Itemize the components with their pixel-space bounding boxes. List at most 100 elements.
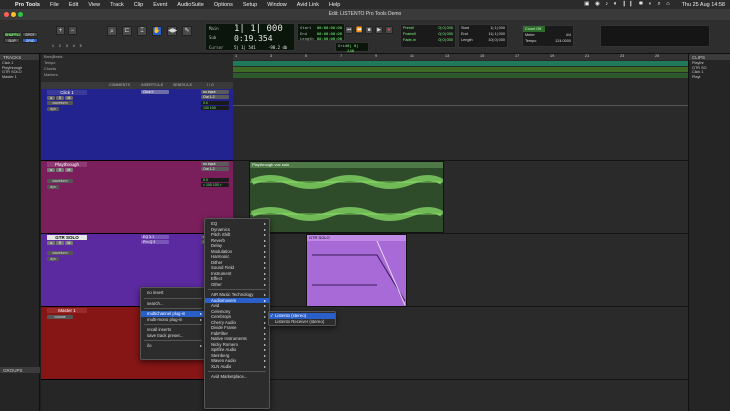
insert-slot[interactable]: Click II: [141, 90, 169, 94]
comments-column-header[interactable]: COMMENTS: [109, 83, 130, 87]
io-input-selector[interactable]: no input: [201, 90, 229, 94]
record-arm-button[interactable]: ●: [47, 168, 55, 172]
menu-setup[interactable]: Setup: [238, 2, 262, 8]
grid-mode-button[interactable]: GRID: [22, 38, 38, 43]
menu-avid-link[interactable]: Avid Link: [292, 2, 324, 8]
slip-mode-button[interactable]: SLIP: [4, 38, 20, 43]
lane-gtr-solo[interactable]: GTR SOLO: [233, 234, 688, 307]
menu-edit[interactable]: Edit: [64, 2, 83, 8]
zoomer-tool-icon[interactable]: ⌕: [107, 26, 117, 36]
volume-value[interactable]: 0.0: [201, 101, 229, 105]
pencil-tool-icon[interactable]: ✎: [182, 26, 192, 36]
tempo-meter-display[interactable]: Count Off Meter 4/4 Tempo 124.0000: [522, 25, 574, 47]
minimize-window-button[interactable]: [11, 12, 16, 17]
audio-clip[interactable]: GTR SOLO: [306, 234, 407, 307]
track-view-selector[interactable]: waveform: [47, 251, 73, 255]
play-icon[interactable]: ▶: [375, 26, 383, 34]
menu-event[interactable]: Event: [148, 2, 172, 8]
io-output-selector[interactable]: Out 1-2: [201, 95, 229, 99]
pre-post-roll-display[interactable]: Preroll 0| 0| 000 Postroll 0| 0| 000 Fade-…: [400, 24, 456, 48]
menu-view[interactable]: View: [83, 2, 105, 8]
scrubber-tool-icon[interactable]: ◀▶: [167, 26, 177, 36]
app-menu[interactable]: Pro Tools: [10, 2, 45, 8]
menu-track[interactable]: Track: [105, 2, 129, 8]
edit-timeline[interactable]: Playthrough vox solo GTR SOLO: [233, 84, 688, 411]
mute-button[interactable]: M: [65, 96, 73, 100]
stop-icon[interactable]: ■: [365, 26, 373, 34]
track-name[interactable]: GTR SOLO: [47, 235, 87, 240]
grid-value-display[interactable]: Grid0| 0| 240 Nudge0| 0| 000: [335, 42, 369, 63]
track-name[interactable]: Playthrough: [47, 162, 87, 167]
menu-item-listento-receiver[interactable]: Listento Receiver (stereo): [269, 319, 335, 325]
waveform: [312, 241, 406, 305]
menu-window[interactable]: Window: [262, 2, 292, 8]
menu-clip[interactable]: Clip: [129, 2, 148, 8]
zoom-presets[interactable]: 1 2 3 4 5: [52, 44, 86, 49]
solo-button[interactable]: S: [56, 168, 64, 172]
pan-value[interactable]: < 100 100 >: [201, 183, 229, 187]
menu-help[interactable]: Help: [324, 2, 345, 8]
zoom-window-button[interactable]: [18, 12, 23, 17]
menu-file[interactable]: File: [45, 2, 64, 8]
lane-click[interactable]: [233, 89, 688, 161]
mute-button[interactable]: M: [65, 168, 73, 172]
insert-slot[interactable]: EQ 3-1: [141, 235, 169, 239]
pan-value[interactable]: 100 100: [201, 106, 229, 110]
inserts-column-header[interactable]: INSERTS A-E: [141, 83, 163, 87]
mute-button[interactable]: M: [65, 241, 73, 245]
menu-item-xln-audio[interactable]: XLN Audio ▸: [205, 364, 269, 370]
track-header-click[interactable]: Click 1 ● S M waveform dyn Click II no i…: [41, 89, 233, 161]
track-dyn-button[interactable]: dyn: [47, 185, 59, 189]
record-icon[interactable]: ●: [385, 26, 393, 34]
solo-button[interactable]: S: [56, 96, 64, 100]
lane-playthrough[interactable]: Playthrough vox solo: [233, 161, 688, 234]
audio-clip[interactable]: Playthrough vox solo: [249, 161, 444, 233]
track-dyn-button[interactable]: dyn: [47, 257, 59, 261]
menu-separator: [144, 308, 202, 309]
transport-selection-display[interactable]: Start 1| 1| 000 End 11| 1| 000 Length 10| 0…: [458, 24, 508, 48]
track-name[interactable]: Master 1: [47, 308, 87, 313]
io-column-header[interactable]: I / O: [207, 83, 214, 87]
track-view-selector[interactable]: waveform: [47, 101, 73, 105]
sends-column-header[interactable]: SENDS A-E: [173, 83, 192, 87]
selector-tool-icon[interactable]: ⌶: [137, 26, 147, 36]
menu-item-save-track-preset[interactable]: save track preset...: [141, 333, 205, 339]
menu-item-other[interactable]: Other ▸: [205, 282, 269, 288]
zoom-out-icon[interactable]: −: [68, 26, 77, 35]
io-output-selector[interactable]: Out 1-2: [201, 167, 229, 171]
menu-audiosuite[interactable]: AudioSuite: [172, 2, 209, 8]
record-arm-button[interactable]: ●: [47, 241, 55, 245]
rewind-icon[interactable]: ⏪: [355, 26, 363, 34]
track-list-item[interactable]: Master 1: [2, 75, 37, 80]
shuffle-mode-button[interactable]: SHUFFLE: [4, 32, 21, 37]
solo-button[interactable]: S: [56, 241, 64, 245]
chords-ruler-lane[interactable]: [233, 67, 688, 72]
menu-item-avid-marketplace[interactable]: Avid Marketplace...: [205, 374, 269, 380]
io-input-selector[interactable]: no input: [201, 162, 229, 166]
track-name[interactable]: Click 1: [47, 90, 87, 95]
grabber-tool-icon[interactable]: ✋: [152, 26, 162, 36]
insert-slot[interactable]: Pro-Q 3: [141, 240, 169, 244]
zoom-in-icon[interactable]: +: [56, 26, 65, 35]
menu-item-search[interactable]: search...: [141, 301, 205, 307]
selection-start-end-display[interactable]: Start 00:00:00:00 End 00:00:00:00 Length 00…: [297, 23, 345, 41]
return-to-zero-icon[interactable]: ⏮: [345, 26, 353, 34]
track-dyn-button[interactable]: dyn: [47, 107, 59, 111]
trim-tool-icon[interactable]: ⊏: [122, 26, 132, 36]
record-arm-button[interactable]: ●: [47, 96, 55, 100]
menu-item-no-insert[interactable]: no insert: [141, 290, 205, 296]
menu-item-multimono[interactable]: multi-mono plug-in ▸: [141, 317, 205, 323]
main-counter-display[interactable]: Main 1| 1| 000 Sub 0:19.354 Cursor 5| 1|…: [205, 23, 295, 51]
track-view-selector[interactable]: waveform: [47, 179, 73, 183]
spot-mode-button[interactable]: SPOT: [22, 32, 38, 37]
markers-ruler-lane[interactable]: [233, 73, 688, 78]
groups-panel-header[interactable]: GROUPS: [0, 367, 40, 373]
tempo-ruler-lane[interactable]: [233, 61, 688, 66]
close-window-button[interactable]: [4, 12, 9, 17]
menu-options[interactable]: Options: [209, 2, 238, 8]
volume-value[interactable]: 0.0: [201, 178, 229, 182]
menu-item-io[interactable]: i/o ▸: [141, 343, 205, 349]
menu-item-label: Divide Frame: [211, 325, 237, 330]
track-view-selector[interactable]: volume: [47, 315, 73, 319]
clip-list-item[interactable]: Playt: [692, 75, 727, 80]
